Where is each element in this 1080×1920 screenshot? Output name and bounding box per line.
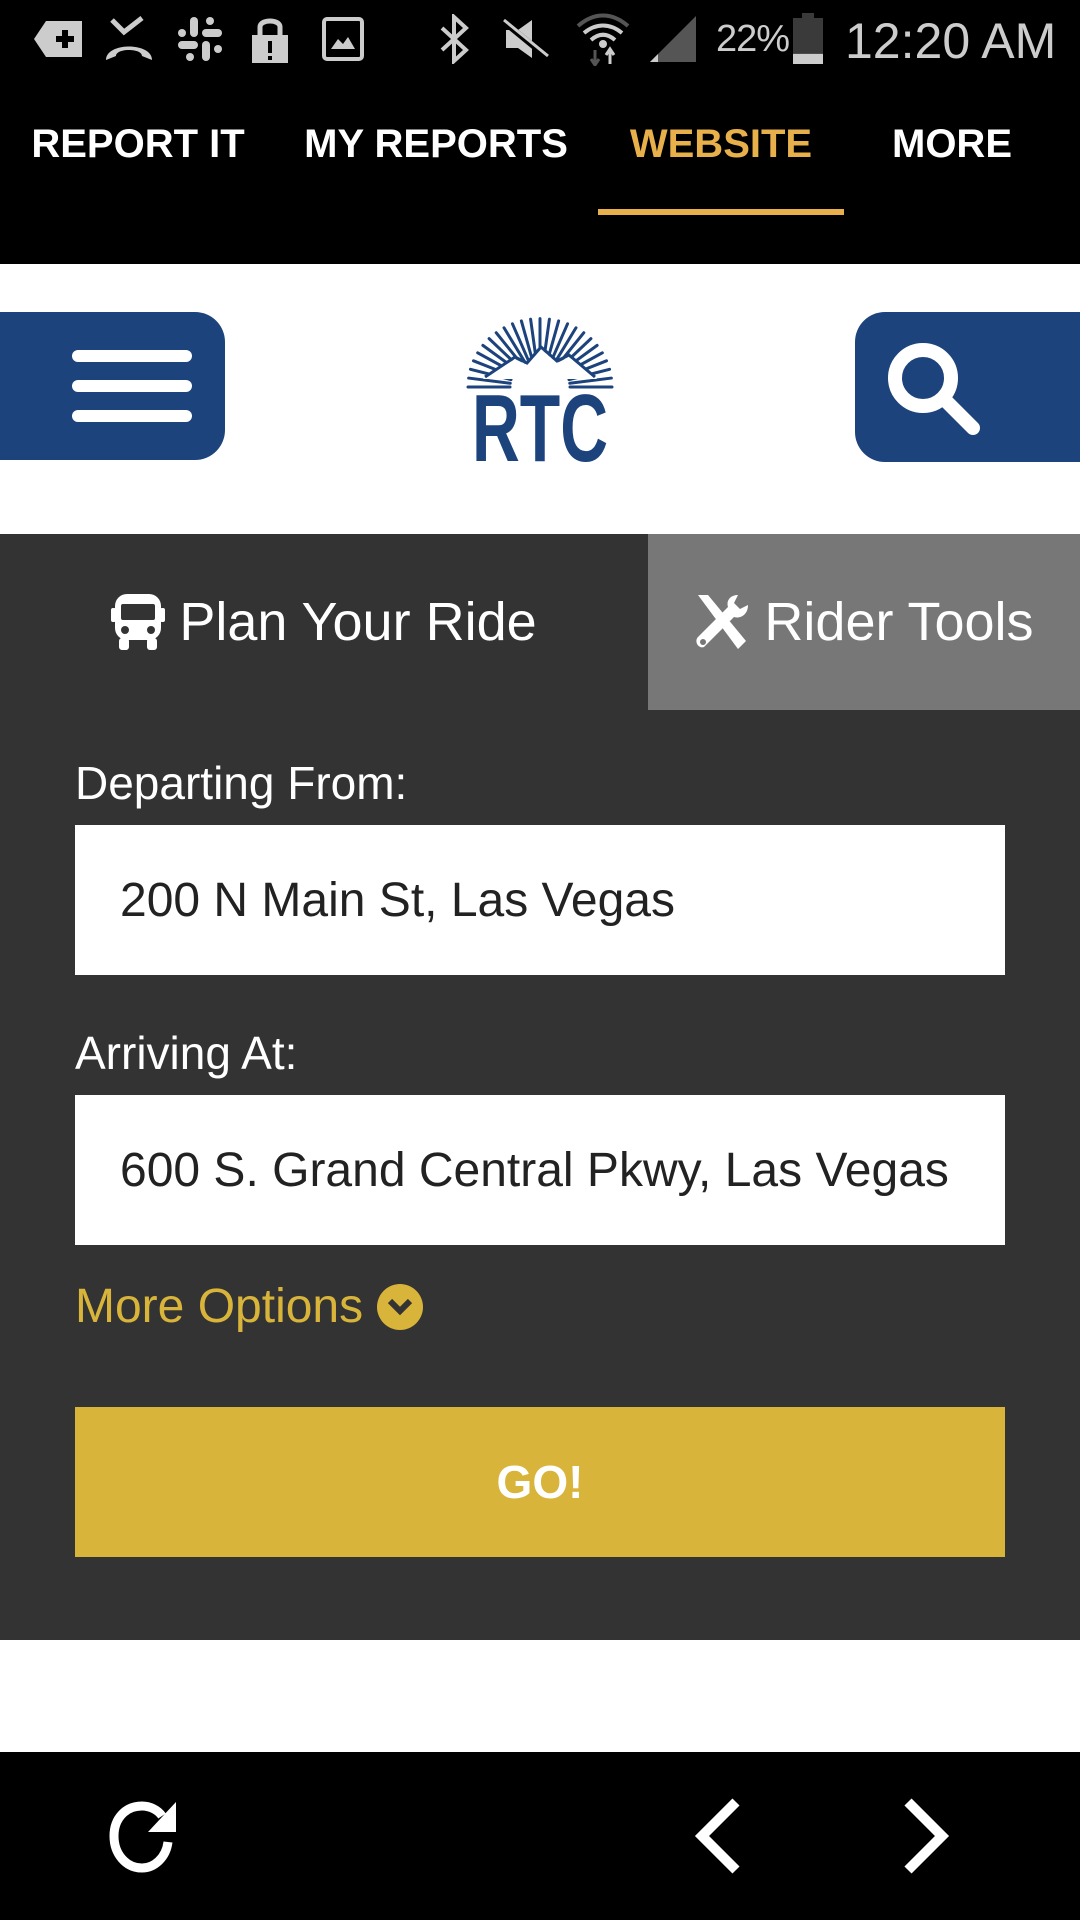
forward-button[interactable] (888, 1796, 968, 1876)
add-contact-icon (34, 14, 84, 64)
bluetooth-icon (438, 14, 472, 64)
rtc-logo[interactable]: RTC (445, 309, 635, 482)
more-options-label: More Options (75, 1280, 364, 1333)
app-tab-bar: REPORT IT MY REPORTS WEBSITE MORE (0, 78, 1080, 264)
search-icon (888, 343, 980, 435)
chevron-right-icon (904, 1798, 950, 1874)
search-button[interactable] (855, 312, 1080, 462)
wifi-icon (576, 13, 630, 66)
clock: 12:20 AM (845, 13, 1057, 69)
refresh-button[interactable] (104, 1796, 184, 1876)
menu-button[interactable] (0, 312, 225, 460)
tab-plan-your-ride-label: Plan Your Ride (179, 592, 537, 652)
tools-icon (696, 595, 749, 649)
tab-rider-tools-label: Rider Tools (764, 592, 1034, 652)
refresh-icon (109, 1801, 176, 1873)
tab-report-it[interactable]: REPORT IT (31, 78, 244, 264)
missed-call-icon (104, 14, 154, 64)
tab-rider-tools[interactable]: Rider Tools (648, 534, 1080, 710)
browser-toolbar (0, 1752, 1080, 1920)
tab-my-reports[interactable]: MY REPORTS (304, 78, 568, 264)
site-header: RTC (0, 264, 1080, 534)
signal-icon (648, 14, 698, 64)
trip-planner: Plan Your Ride Rider Tools Departing Fro… (0, 534, 1080, 1640)
more-options-link[interactable]: More Options (75, 1279, 424, 1334)
logo-text: RTC (472, 375, 608, 469)
departing-from-label: Departing From: (75, 757, 408, 809)
slack-icon (178, 14, 222, 64)
departing-from-input[interactable] (75, 825, 1005, 975)
battery-icon (792, 13, 824, 64)
arriving-at-input[interactable] (75, 1095, 1005, 1245)
chevron-left-icon (694, 1798, 740, 1874)
battery-percent: 22% (716, 18, 790, 60)
mute-icon (502, 14, 550, 64)
go-button[interactable]: GO! (75, 1407, 1005, 1557)
tab-more[interactable]: MORE (890, 78, 1014, 264)
image-icon (322, 14, 364, 64)
arriving-at-label: Arriving At: (75, 1027, 298, 1079)
hamburger-menu-icon (72, 350, 192, 422)
active-tab-indicator (598, 209, 844, 215)
tab-plan-your-ride[interactable]: Plan Your Ride (0, 534, 648, 710)
bus-icon (111, 594, 166, 650)
chevron-down-icon (377, 1283, 424, 1330)
lock-alert-icon (252, 14, 288, 64)
back-button[interactable] (676, 1796, 756, 1876)
tab-website[interactable]: WEBSITE (598, 78, 844, 264)
status-bar: 22% 12:20 AM (0, 0, 1080, 78)
